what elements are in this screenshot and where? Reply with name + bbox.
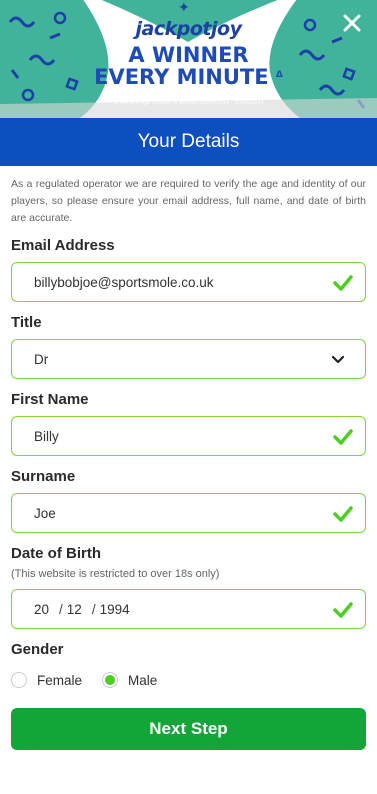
- dob-separator: /: [59, 601, 63, 617]
- surname-field[interactable]: Joe: [11, 493, 366, 533]
- dob-note: (This website is restricted to over 18s …: [11, 568, 220, 580]
- next-step-button[interactable]: Next Step: [11, 708, 366, 750]
- dob-separator: /: [91, 601, 96, 617]
- dob-month[interactable]: 12: [67, 602, 82, 617]
- male-radio[interactable]: [102, 672, 119, 688]
- intro-text: As a regulated operator we are required …: [11, 178, 366, 224]
- dob-label: Date of Birth: [11, 545, 101, 562]
- banner-disclaimer: Δ The average number of winners 01/04/20…: [113, 100, 264, 106]
- dob-day[interactable]: 20: [34, 602, 49, 617]
- check-icon: [333, 506, 353, 522]
- gender-option-male[interactable]: Male: [102, 672, 157, 688]
- star-icon: ✦: [178, 0, 190, 16]
- title-value: Dr: [34, 351, 49, 367]
- email-label: Email Address: [11, 237, 115, 254]
- female-radio[interactable]: [11, 672, 27, 688]
- surname-value: Joe: [34, 505, 56, 521]
- email-value: billybobjoe@sportsmole.co.uk: [34, 274, 214, 290]
- gender-label: Gender: [11, 641, 64, 658]
- chevron-down-icon: [331, 355, 345, 364]
- gender-option-female[interactable]: Female: [11, 672, 82, 688]
- first-name-value: Billy: [34, 428, 59, 444]
- dob-year[interactable]: 1994: [100, 602, 130, 617]
- first-name-field[interactable]: Billy: [11, 416, 366, 456]
- dob-field[interactable]: 20 / 12 / 1994: [11, 589, 366, 629]
- details-form: As a regulated operator we are required …: [0, 166, 377, 750]
- check-icon: [333, 429, 353, 445]
- female-label: Female: [37, 672, 83, 688]
- headline-line1: A WINNER: [128, 43, 249, 67]
- headline-line2: EVERY MINUTE Δ: [94, 65, 283, 89]
- check-icon: [333, 275, 353, 291]
- first-name-label: First Name: [11, 391, 89, 408]
- surname-label: Surname: [11, 468, 76, 485]
- male-label: Male: [128, 672, 158, 688]
- check-icon: [333, 602, 353, 618]
- close-icon[interactable]: [341, 12, 363, 34]
- brand-logo: ✦ jackpotjoy: [135, 0, 242, 40]
- email-field[interactable]: billybobjoe@sportsmole.co.uk: [11, 262, 366, 302]
- title-select[interactable]: Dr: [11, 339, 366, 379]
- page-title: Your Details: [0, 118, 377, 166]
- promo-banner: ✦ jackpotjoy A WINNER EVERY MINUTE Δ Δ T…: [0, 0, 377, 118]
- gender-options: Female Male: [11, 672, 366, 688]
- title-label: Title: [11, 314, 42, 331]
